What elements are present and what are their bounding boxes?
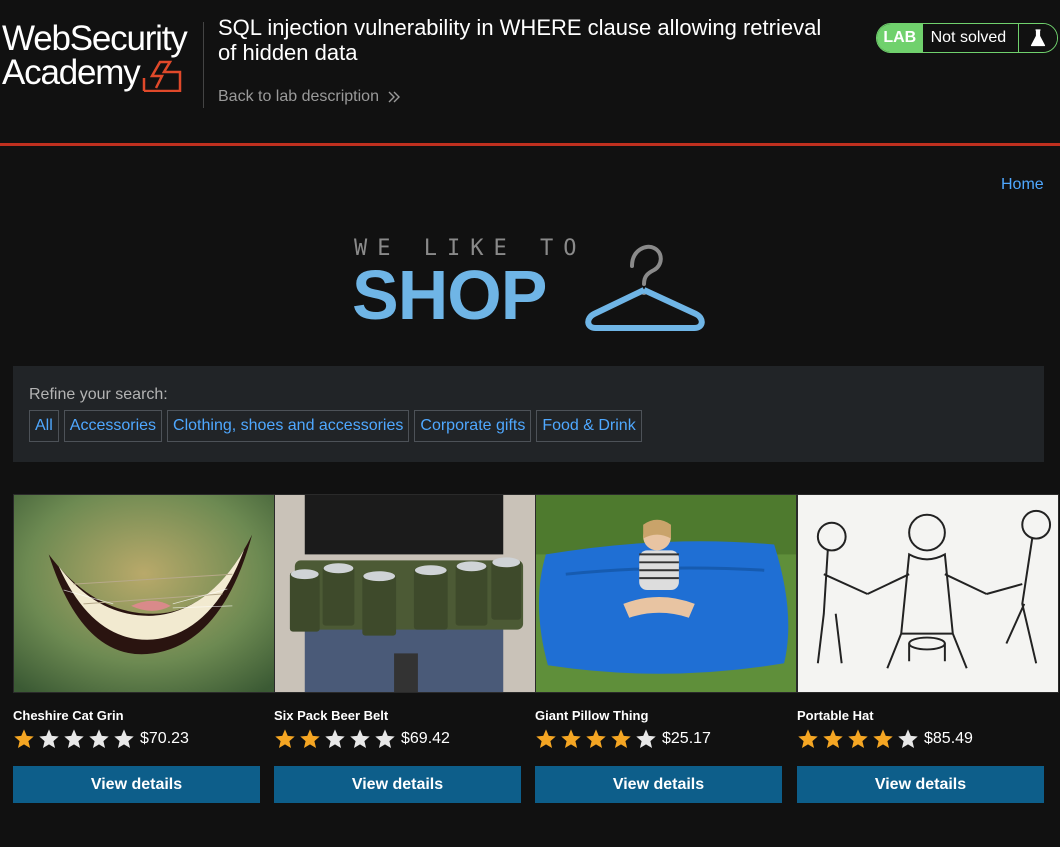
view-details-button[interactable]: View details xyxy=(13,766,260,803)
back-to-lab-description-link[interactable]: Back to lab description xyxy=(218,88,401,106)
star-icon xyxy=(848,729,868,748)
product-card: Portable Hat $85.49 View details xyxy=(797,494,1059,803)
star-rating: $69.42 xyxy=(274,728,450,750)
star-icon xyxy=(89,729,109,748)
lightning-logo-icon xyxy=(142,60,182,92)
shop-word: SHOP xyxy=(352,256,547,334)
filter-corporate-gifts[interactable]: Corporate gifts xyxy=(414,410,532,442)
star-icon xyxy=(586,729,606,748)
star-icon xyxy=(798,729,818,748)
giant-pillow-image xyxy=(535,494,797,693)
flask-icon xyxy=(1018,24,1057,52)
view-details-button[interactable]: View details xyxy=(535,766,782,803)
star-icon xyxy=(898,729,918,748)
logo-line-2: Academy xyxy=(2,53,141,92)
web-security-academy-logo[interactable]: WebSecurity Academy xyxy=(2,20,198,94)
academy-header: WebSecurity Academy SQL injection vulner… xyxy=(0,0,1060,146)
product-card: Giant Pillow Thing $25.17 View details xyxy=(535,494,797,803)
star-icon xyxy=(873,729,893,748)
star-rating: $70.23 xyxy=(13,728,189,750)
star-icon xyxy=(275,729,295,748)
hanger-icon xyxy=(585,244,705,331)
shop-logo: WE LIKE TO SHOP xyxy=(352,236,712,332)
star-icon xyxy=(823,729,843,748)
product-price: $70.23 xyxy=(140,730,189,747)
view-details-button[interactable]: View details xyxy=(797,766,1044,803)
lab-badge: LAB xyxy=(877,24,923,52)
category-filter-list: All Accessories Clothing, shoes and acce… xyxy=(29,410,642,442)
star-rating: $85.49 xyxy=(797,728,973,750)
star-icon xyxy=(325,729,345,748)
filter-panel: Refine your search: All Accessories Clot… xyxy=(13,366,1044,462)
product-name[interactable]: Six Pack Beer Belt xyxy=(274,708,388,723)
product-name[interactable]: Cheshire Cat Grin xyxy=(13,708,124,723)
cheshire-cat-grin-image xyxy=(13,494,275,693)
star-icon xyxy=(14,729,34,748)
beer-belt-image xyxy=(274,494,536,693)
product-grid: Cheshire Cat Grin $70.23 View details Si… xyxy=(13,494,1060,814)
header-divider xyxy=(203,22,204,108)
star-icon xyxy=(114,729,134,748)
filter-clothing[interactable]: Clothing, shoes and accessories xyxy=(167,410,410,442)
star-icon xyxy=(561,729,581,748)
product-price: $69.42 xyxy=(401,730,450,747)
star-icon xyxy=(536,729,556,748)
portable-hat-image xyxy=(797,494,1059,693)
star-icon xyxy=(350,729,370,748)
filter-title: Refine your search: xyxy=(29,386,168,403)
double-chevron-right-icon xyxy=(388,91,400,103)
star-icon xyxy=(375,729,395,748)
lab-status-widget: LAB Not solved xyxy=(876,23,1058,53)
star-icon xyxy=(636,729,656,748)
star-icon xyxy=(64,729,84,748)
filter-food-drink[interactable]: Food & Drink xyxy=(536,410,642,442)
product-card: Six Pack Beer Belt $69.42 View details xyxy=(274,494,536,803)
star-icon xyxy=(39,729,59,748)
star-rating: $25.17 xyxy=(535,728,711,750)
home-link[interactable]: Home xyxy=(1001,176,1044,194)
view-details-button[interactable]: View details xyxy=(274,766,521,803)
star-icon xyxy=(300,729,320,748)
lab-status-text: Not solved xyxy=(922,24,1018,52)
product-name[interactable]: Giant Pillow Thing xyxy=(535,708,648,723)
star-icon xyxy=(611,729,631,748)
product-price: $85.49 xyxy=(924,730,973,747)
product-card: Cheshire Cat Grin $70.23 View details xyxy=(13,494,275,803)
product-price: $25.17 xyxy=(662,730,711,747)
lab-title: SQL injection vulnerability in WHERE cla… xyxy=(218,15,822,65)
back-link-label: Back to lab description xyxy=(218,88,379,105)
product-name[interactable]: Portable Hat xyxy=(797,708,874,723)
filter-accessories[interactable]: Accessories xyxy=(63,410,163,442)
filter-all[interactable]: All xyxy=(29,410,59,442)
